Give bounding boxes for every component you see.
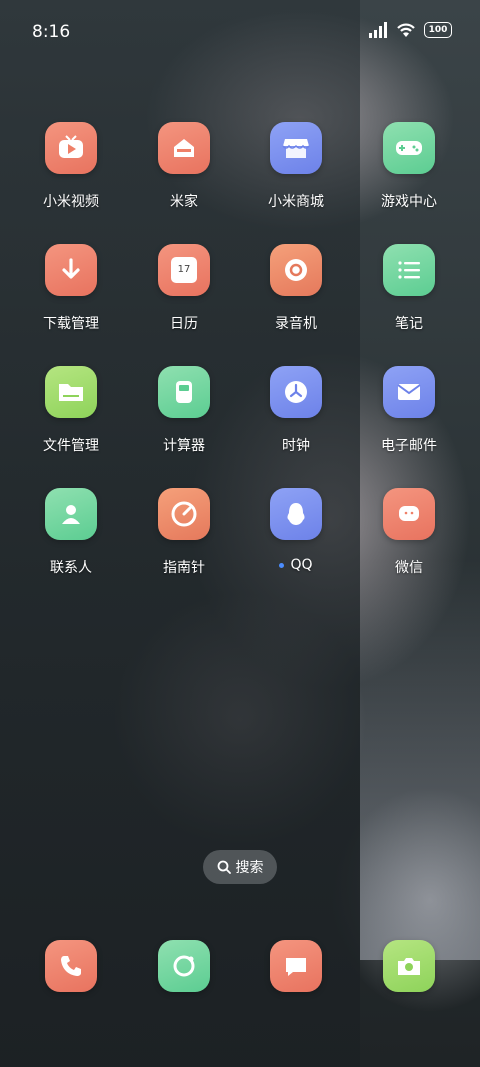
app-label: 游戏中心: [381, 194, 437, 210]
status-bar: 8:16 100: [0, 0, 480, 68]
notes-list-icon: [383, 244, 435, 296]
app-mi-video[interactable]: 小米视频: [21, 122, 121, 211]
store-icon: [270, 122, 322, 174]
app-label: 小米视频: [43, 194, 99, 210]
compass-icon: [158, 488, 210, 540]
signal-icon: [369, 22, 387, 38]
mail-icon: [383, 366, 435, 418]
app-file-manager[interactable]: 文件管理: [21, 366, 121, 455]
app-label: 计算器: [163, 438, 205, 454]
download-arrow-icon: [45, 244, 97, 296]
browser-icon: [158, 940, 210, 992]
app-calendar[interactable]: 17 日历: [134, 244, 234, 333]
app-label: 下载管理: [43, 316, 99, 332]
contact-person-icon: [45, 488, 97, 540]
app-label: 录音机: [275, 316, 317, 332]
app-qq[interactable]: QQ: [246, 488, 346, 573]
search-button[interactable]: 搜索: [203, 850, 277, 884]
folder-icon: [45, 366, 97, 418]
app-label: QQ: [246, 557, 346, 573]
phone-icon: [45, 940, 97, 992]
app-label-text: QQ: [290, 557, 313, 573]
status-time: 8:16: [32, 22, 71, 42]
app-label: 微信: [395, 560, 423, 576]
gamepad-icon: [383, 122, 435, 174]
record-icon: [270, 244, 322, 296]
dock-camera[interactable]: [359, 940, 459, 992]
search-icon: [217, 860, 231, 874]
app-calculator[interactable]: 计算器: [134, 366, 234, 455]
camera-icon: [383, 940, 435, 992]
app-contacts[interactable]: 联系人: [21, 488, 121, 577]
calculator-icon: [158, 366, 210, 418]
app-label: 时钟: [282, 438, 310, 454]
app-label: 文件管理: [43, 438, 99, 454]
app-mijia[interactable]: 米家: [134, 122, 234, 211]
app-clock[interactable]: 时钟: [246, 366, 346, 455]
calendar-day: 17: [171, 257, 197, 283]
wechat-chat-icon: [383, 488, 435, 540]
dock-browser[interactable]: [134, 940, 234, 992]
app-label: 笔记: [395, 316, 423, 332]
app-mi-store[interactable]: 小米商城: [246, 122, 346, 211]
app-notes[interactable]: 笔记: [359, 244, 459, 333]
battery-icon: 100: [424, 22, 452, 38]
app-label: 电子邮件: [381, 438, 437, 454]
dock-phone[interactable]: [21, 940, 121, 992]
wallpaper-sky: [360, 560, 480, 960]
status-icons: 100: [368, 22, 452, 38]
qq-penguin-icon: [270, 488, 322, 540]
app-label: 日历: [170, 316, 198, 332]
calendar-icon: 17: [158, 244, 210, 296]
clock-icon: [270, 366, 322, 418]
message-icon: [270, 940, 322, 992]
app-label: 指南针: [163, 560, 205, 576]
home-icon: [158, 122, 210, 174]
wifi-icon: [397, 23, 415, 37]
search-label: 搜索: [235, 860, 264, 876]
dock-messages[interactable]: [246, 940, 346, 992]
app-label: 米家: [170, 194, 198, 210]
app-recorder[interactable]: 录音机: [246, 244, 346, 333]
app-label: 小米商城: [268, 194, 324, 210]
app-wechat[interactable]: 微信: [359, 488, 459, 577]
new-install-dot: [279, 562, 285, 568]
app-compass[interactable]: 指南针: [134, 488, 234, 577]
video-play-icon: [45, 122, 97, 174]
app-downloads[interactable]: 下载管理: [21, 244, 121, 333]
app-label: 联系人: [50, 560, 92, 576]
app-game-center[interactable]: 游戏中心: [359, 122, 459, 211]
app-email[interactable]: 电子邮件: [359, 366, 459, 455]
